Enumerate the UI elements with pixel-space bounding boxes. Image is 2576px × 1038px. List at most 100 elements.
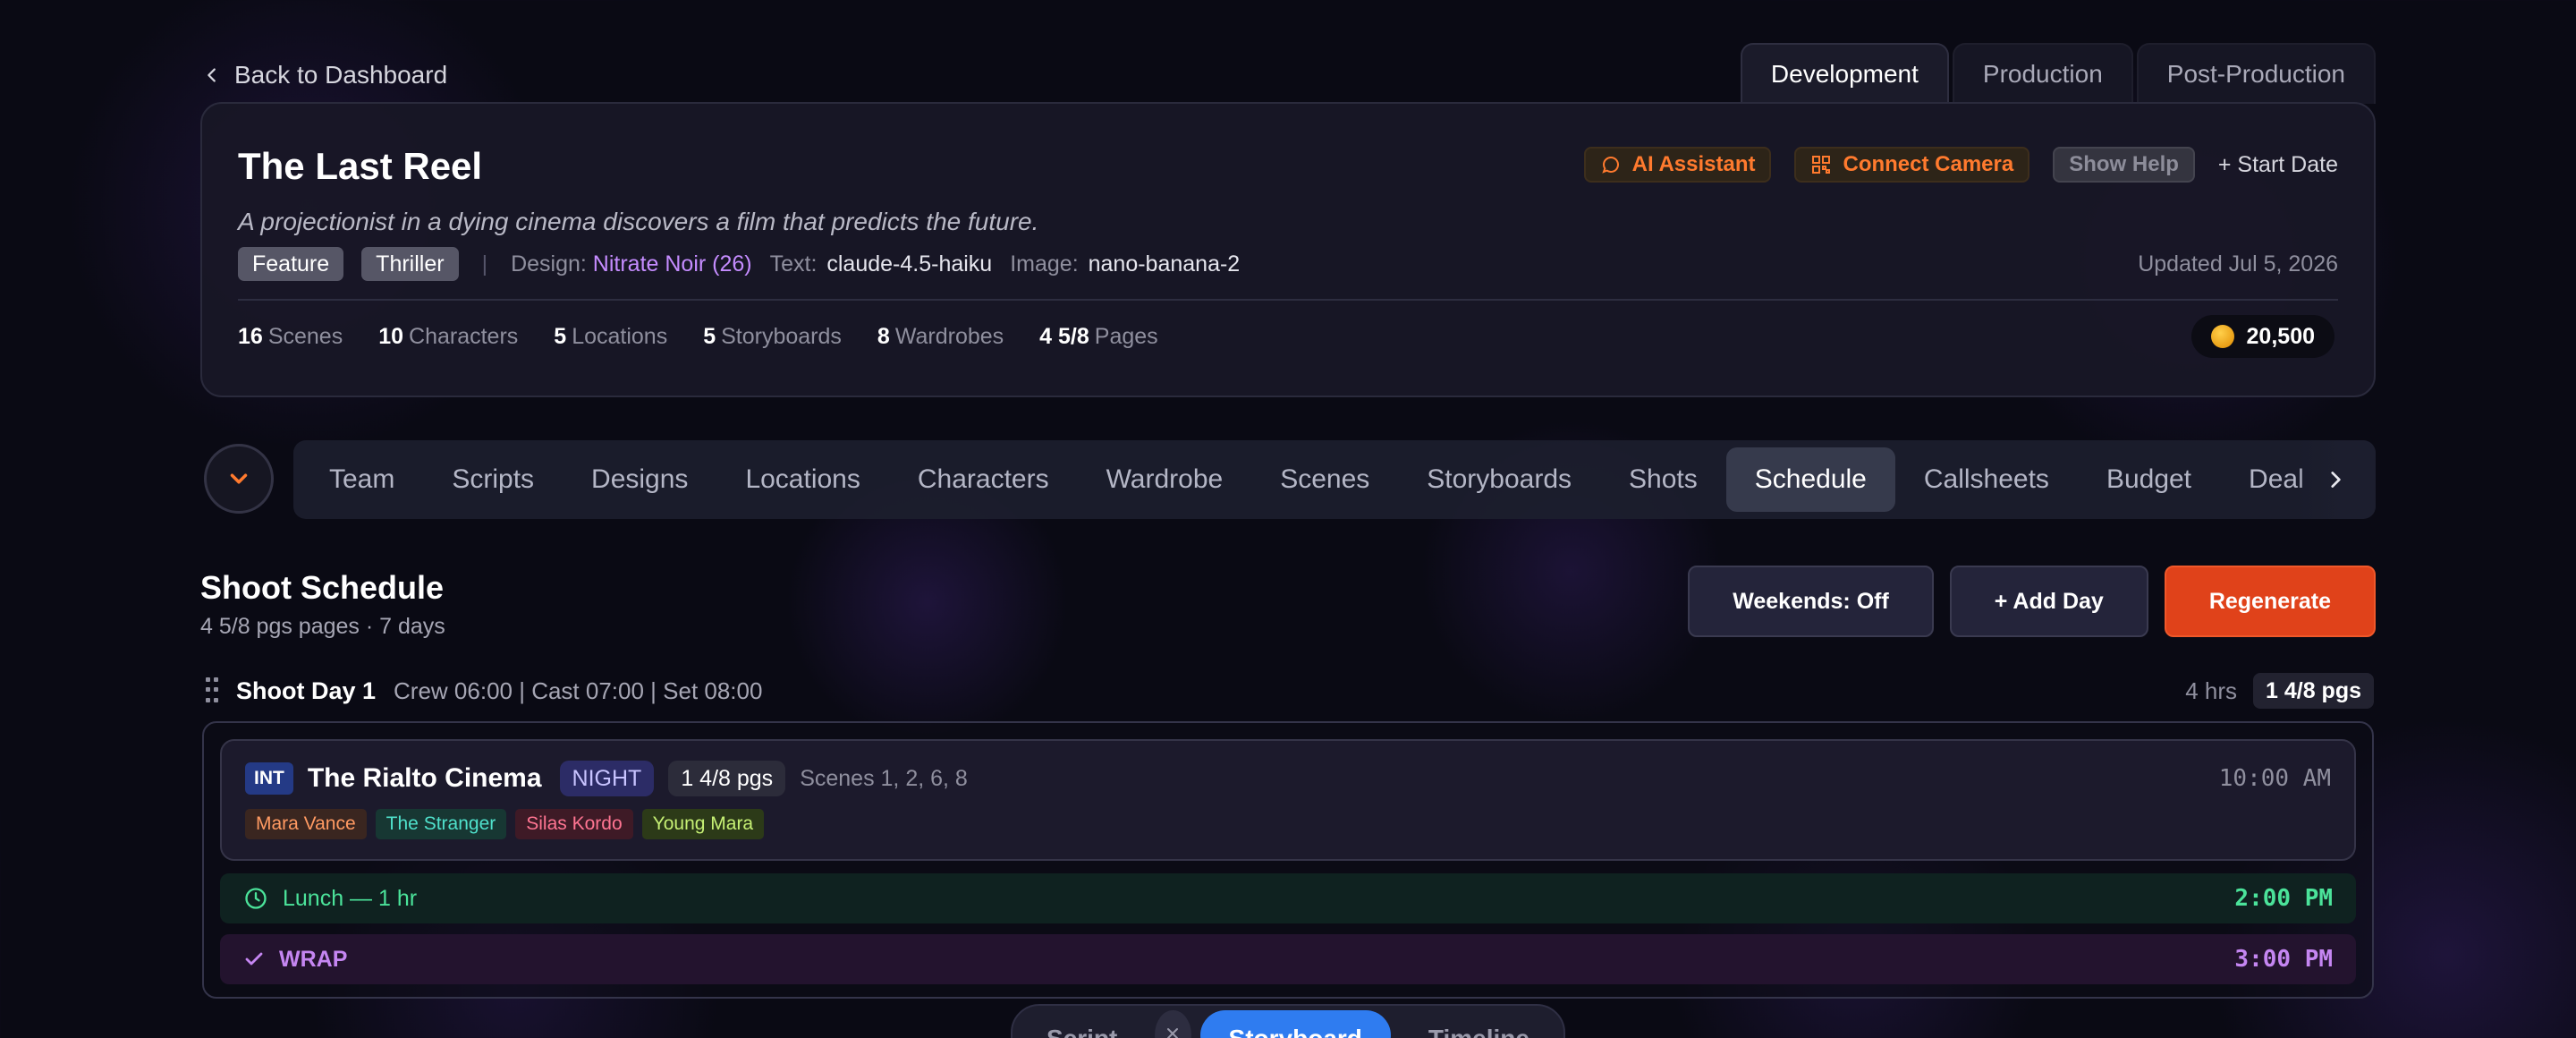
wrap-time: 3:00 PM: [2234, 946, 2333, 973]
shoot-day-name: Shoot Day 1: [236, 676, 377, 704]
back-to-dashboard-link[interactable]: Back to Dashboard: [202, 61, 447, 89]
nav-scripts[interactable]: Scripts: [423, 447, 563, 512]
nav-scroll-right-button[interactable]: [2295, 440, 2376, 519]
connect-camera-button[interactable]: Connect Camera: [1794, 147, 2030, 183]
nav-characters[interactable]: Characters: [889, 447, 1078, 512]
image-model-meta: Image: nano-banana-2: [1010, 251, 1240, 277]
nav-storyboards[interactable]: Storyboards: [1398, 447, 1600, 512]
project-logline: A projectionist in a dying cinema discov…: [238, 208, 1039, 235]
ai-assistant-label: AI Assistant: [1631, 152, 1756, 176]
credits-value: 20,500: [2246, 323, 2315, 349]
shoot-day-hours: 4 hrs: [2185, 676, 2237, 704]
back-label: Back to Dashboard: [234, 61, 448, 89]
schedule-actions: Weekends: Off + Add Day Regenerate: [1688, 566, 2376, 637]
design-label: Design:: [511, 251, 587, 277]
design-value[interactable]: Nitrate Noir (26): [593, 251, 752, 277]
scene-header: INT The Rialto Cinema NIGHT 1 4/8 pgs Sc…: [245, 761, 2331, 796]
checkmark-icon: [245, 952, 263, 966]
drag-handle-icon[interactable]: [206, 677, 218, 704]
add-day-button[interactable]: + Add Day: [1949, 566, 2148, 637]
view-script-button[interactable]: Script: [1018, 1010, 1146, 1038]
stat-characters: 10 Characters: [378, 324, 519, 349]
nav-scenes[interactable]: Scenes: [1251, 447, 1398, 512]
nav-designs[interactable]: Designs: [563, 447, 716, 512]
tab-production[interactable]: Production: [1952, 43, 2133, 104]
nav-callsheets[interactable]: Callsheets: [1895, 447, 2078, 512]
view-switcher-close-button[interactable]: [1155, 1010, 1191, 1038]
clock-icon: [245, 888, 267, 909]
qr-code-icon: [1812, 156, 1831, 174]
view-timeline-button[interactable]: Timeline: [1400, 1010, 1558, 1038]
project-actions: AI Assistant Connect Camera Show Help + …: [1583, 147, 2338, 183]
shoot-day-container: INT The Rialto Cinema NIGHT 1 4/8 pgs Sc…: [202, 721, 2374, 999]
tag-format[interactable]: Feature: [238, 247, 344, 281]
schedule-subtitle: 4 5/8 pgs pages · 7 days: [200, 614, 445, 639]
shoot-day-header: Shoot Day 1 Crew 06:00 | Cast 07:00 | Se…: [206, 673, 2374, 709]
lunch-break-row: Lunch — 1 hr 2:00 PM: [220, 873, 2356, 923]
chevron-right-icon: [2331, 472, 2341, 488]
wrap-label: WRAP: [279, 946, 348, 972]
scene-time: 10:00 AM: [2218, 765, 2331, 792]
stat-wardrobes: 8 Wardrobes: [877, 324, 1004, 349]
cast-list: Mara Vance The Stranger Silas Kordo Youn…: [245, 809, 765, 839]
view-storyboard-button[interactable]: Storyboard: [1199, 1010, 1391, 1038]
project-title: The Last Reel: [238, 145, 483, 187]
cast-chip: The Stranger: [375, 809, 507, 839]
coin-icon: [2210, 325, 2234, 348]
stat-scenes: 16 Scenes: [238, 324, 343, 349]
text-model-meta: Text: claude-4.5-haiku: [770, 251, 993, 277]
tab-post-production[interactable]: Post-Production: [2136, 43, 2376, 104]
connect-camera-label: Connect Camera: [1843, 152, 2014, 176]
phase-tabs: Development Production Post-Production: [1740, 43, 2376, 104]
wrap-row: WRAP 3:00 PM: [220, 934, 2356, 984]
shoot-day-call-times: Crew 06:00 | Cast 07:00 | Set 08:00: [394, 676, 763, 704]
image-model-value: nano-banana-2: [1088, 251, 1241, 277]
stat-locations: 5 Locations: [554, 324, 668, 349]
cast-chip: Silas Kordo: [515, 809, 633, 839]
chevron-down-icon: [230, 473, 248, 484]
project-meta: Feature Thriller | Design: Nitrate Noir …: [238, 247, 2338, 281]
shoot-day-summary: 4 hrs 1 4/8 pgs: [2185, 673, 2374, 709]
lunch-time: 2:00 PM: [2234, 885, 2333, 912]
collapse-toggle-button[interactable]: [204, 444, 274, 514]
card-divider: [238, 299, 2338, 301]
schedule-title: Shoot Schedule: [200, 569, 445, 606]
weekends-toggle-button[interactable]: Weekends: Off: [1688, 566, 1934, 637]
show-help-button[interactable]: Show Help: [2053, 147, 2195, 183]
chevron-left-icon: [208, 68, 216, 82]
nav-budget[interactable]: Budget: [2078, 447, 2220, 512]
close-icon: [1167, 1028, 1179, 1038]
nav-shots[interactable]: Shots: [1600, 447, 1726, 512]
text-label: Text:: [769, 251, 818, 277]
image-label: Image:: [1010, 251, 1079, 277]
section-nav: Team Scripts Designs Locations Character…: [293, 440, 2376, 519]
updated-date: Updated Jul 5, 2026: [2138, 251, 2338, 277]
scene-numbers: Scenes 1, 2, 6, 8: [800, 765, 968, 791]
lunch-label: Lunch — 1 hr: [283, 885, 418, 911]
start-date-button[interactable]: + Start Date: [2218, 152, 2338, 178]
nav-wardrobe[interactable]: Wardrobe: [1078, 447, 1252, 512]
cast-chip: Young Mara: [641, 809, 765, 839]
shoot-day-pages: 1 4/8 pgs: [2253, 673, 2374, 709]
ai-assistant-button[interactable]: AI Assistant: [1583, 147, 1772, 183]
scene-location: The Rialto Cinema: [307, 763, 542, 793]
view-switcher: Script Storyboard Timeline: [1011, 1004, 1565, 1038]
tab-development[interactable]: Development: [1740, 43, 1949, 104]
tag-genre[interactable]: Thriller: [361, 247, 459, 281]
nav-schedule[interactable]: Schedule: [1725, 447, 1895, 512]
time-of-day-badge: NIGHT: [559, 761, 655, 796]
nav-locations[interactable]: Locations: [716, 447, 888, 512]
design-meta: Design: Nitrate Noir (26): [511, 251, 752, 277]
cast-chip: Mara Vance: [245, 809, 367, 839]
scene-block[interactable]: INT The Rialto Cinema NIGHT 1 4/8 pgs Sc…: [220, 739, 2356, 861]
project-stats: 16 Scenes 10 Characters 5 Locations 5 Storyb…: [238, 324, 1158, 350]
chat-bubble-icon: [1601, 157, 1619, 174]
credits-balance[interactable]: 20,500: [2190, 315, 2334, 358]
regenerate-button[interactable]: Regenerate: [2164, 566, 2376, 637]
stat-pages: 4 5/8 Pages: [1039, 324, 1158, 349]
scene-pages: 1 4/8 pgs: [668, 761, 786, 796]
project-card: The Last Reel AI Assistant Connect Camer…: [200, 102, 2376, 397]
nav-team[interactable]: Team: [301, 447, 423, 512]
meta-divider: |: [481, 251, 488, 277]
text-model-value: claude-4.5-haiku: [826, 251, 993, 277]
